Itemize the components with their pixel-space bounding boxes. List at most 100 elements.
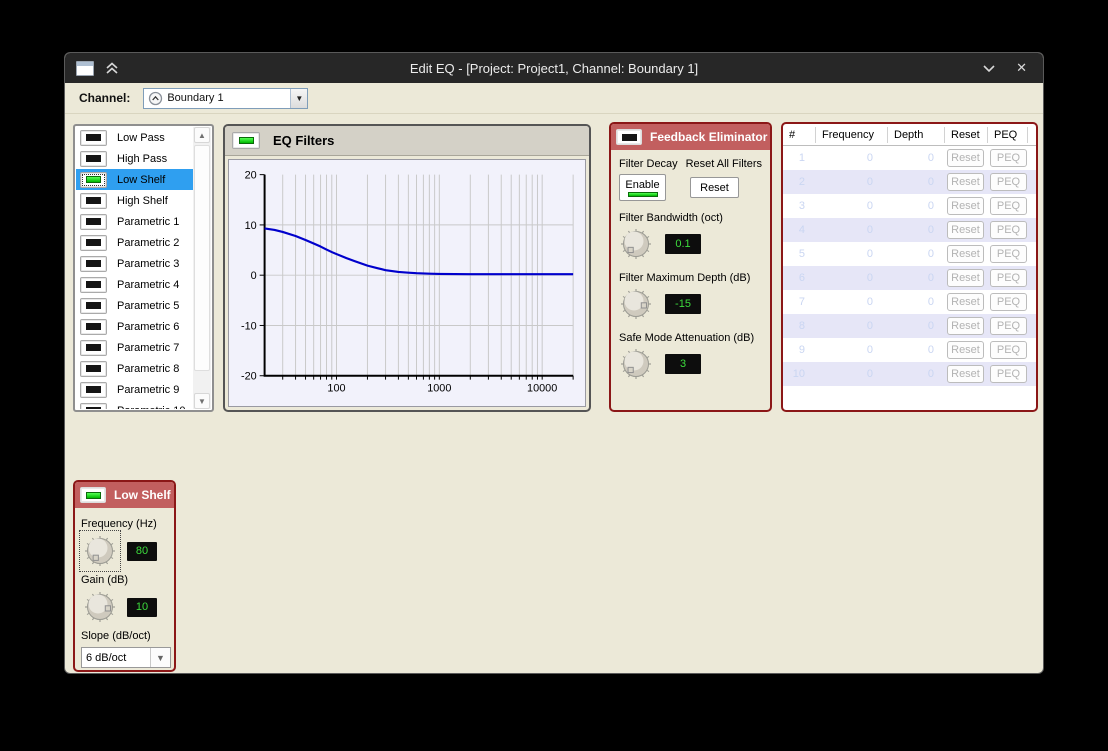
scroll-down-icon[interactable]: ▼ (194, 393, 210, 409)
cell-depth: 0 (888, 320, 945, 332)
reset-button[interactable]: Reset (947, 245, 984, 263)
filter-led-button[interactable] (80, 256, 107, 272)
filter-list-label: Parametric 9 (117, 384, 179, 396)
filter-list-item-parametric-9[interactable]: Parametric 9 (76, 379, 193, 400)
eq-response-chart: -20-1001020100100010000 (228, 159, 586, 407)
filter-led-button[interactable] (80, 151, 107, 167)
filter-list-label: Parametric 3 (117, 258, 179, 270)
gain-db--label: Gain (dB) (81, 574, 168, 586)
filter-led-button[interactable] (80, 214, 107, 230)
filter-list-item-high-pass[interactable]: High Pass (76, 148, 193, 169)
filter-led-button[interactable] (80, 319, 107, 335)
cell-reset: Reset (945, 293, 988, 311)
table-row: 900ResetPEQ (783, 338, 1036, 362)
cell-frequency: 0 (816, 368, 888, 380)
filter-list-item-parametric-2[interactable]: Parametric 2 (76, 232, 193, 253)
peq-button[interactable]: PEQ (990, 269, 1027, 287)
peq-button[interactable]: PEQ (990, 221, 1027, 239)
led-indicator (86, 155, 101, 162)
filter-bandwidth-oct--knob[interactable] (619, 227, 653, 261)
cell-frequency: 0 (816, 200, 888, 212)
filter-led-button[interactable] (80, 277, 107, 293)
rollup-chevrons-icon[interactable] (105, 62, 119, 75)
eq-filters-led-button[interactable] (232, 132, 260, 149)
filter-led-button[interactable] (80, 172, 107, 188)
cell-depth: 0 (888, 152, 945, 164)
low-shelf-header: Low Shelf (75, 482, 174, 508)
cell-reset: Reset (945, 341, 988, 359)
led-indicator (86, 197, 101, 204)
filter-list-item-parametric-3[interactable]: Parametric 3 (76, 253, 193, 274)
scrollbar-thumb[interactable] (194, 145, 210, 371)
reset-button[interactable]: Reset (947, 149, 984, 167)
reset-button[interactable]: Reset (947, 269, 984, 287)
table-row: 500ResetPEQ (783, 242, 1036, 266)
filter-list-item-parametric-7[interactable]: Parametric 7 (76, 337, 193, 358)
filter-led-button[interactable] (80, 193, 107, 209)
close-icon[interactable]: ✕ (1016, 60, 1027, 76)
safe-mode-attenuation-db--label: Safe Mode Attenuation (dB) (619, 332, 762, 344)
peq-button[interactable]: PEQ (990, 317, 1027, 335)
gain-db--knob[interactable] (83, 590, 117, 624)
peq-button[interactable]: PEQ (990, 245, 1027, 263)
filter-list-item-low-shelf[interactable]: Low Shelf (76, 169, 193, 190)
cell-depth: 0 (888, 200, 945, 212)
filter-list-item-parametric-4[interactable]: Parametric 4 (76, 274, 193, 295)
feedback-eliminator-led-button[interactable] (616, 129, 642, 145)
cell-num: 7 (783, 296, 816, 308)
scroll-up-icon[interactable]: ▲ (194, 127, 210, 143)
reset-button[interactable]: Reset (947, 365, 984, 383)
slope-dropdown-arrow[interactable]: ▼ (150, 648, 170, 667)
svg-text:0: 0 (251, 270, 257, 282)
cell-frequency: 0 (816, 296, 888, 308)
filter-list-item-high-shelf[interactable]: High Shelf (76, 190, 193, 211)
cell-peq: PEQ (988, 317, 1028, 335)
main-content: Low PassHigh PassLow ShelfHigh ShelfPara… (65, 114, 1043, 674)
slope-selected-value: 6 dB/oct (82, 652, 150, 664)
channel-dropdown-arrow[interactable]: ▼ (290, 89, 307, 108)
peq-button[interactable]: PEQ (990, 365, 1027, 383)
filter-list-item-parametric-10[interactable]: Parametric 10 (76, 400, 193, 409)
peq-button[interactable]: PEQ (990, 197, 1027, 215)
safe-mode-attenuation-db--knob[interactable] (619, 347, 653, 381)
reset-button[interactable]: Reset (947, 317, 984, 335)
reset-button[interactable]: Reset (947, 221, 984, 239)
frequency-hz--knob[interactable] (83, 534, 117, 568)
knob-row: 0.1 (619, 227, 762, 261)
peq-button[interactable]: PEQ (990, 293, 1027, 311)
filter-decay-enable-button[interactable]: Enable (619, 174, 666, 201)
peq-button[interactable]: PEQ (990, 149, 1027, 167)
filter-led-button[interactable] (80, 361, 107, 377)
reset-button[interactable]: Reset (947, 197, 984, 215)
filter-led-button[interactable] (80, 403, 107, 410)
filter-led-button[interactable] (80, 382, 107, 398)
reset-all-filters-button[interactable]: Reset (690, 177, 739, 198)
reset-button[interactable]: Reset (947, 293, 984, 311)
cell-frequency: 0 (816, 344, 888, 356)
low-shelf-panel: Low Shelf Frequency (Hz) 80Gain (dB) 10 … (73, 480, 176, 672)
filter-led-button[interactable] (80, 130, 107, 146)
filter-list-item-parametric-6[interactable]: Parametric 6 (76, 316, 193, 337)
filter-list-item-parametric-5[interactable]: Parametric 5 (76, 295, 193, 316)
filter-led-button[interactable] (80, 298, 107, 314)
reset-button[interactable]: Reset (947, 341, 984, 359)
low-shelf-led-button[interactable] (80, 487, 106, 503)
filter-list-item-parametric-8[interactable]: Parametric 8 (76, 358, 193, 379)
filter-maximum-depth-db--knob[interactable] (619, 287, 653, 321)
slope-label: Slope (dB/oct) (81, 630, 168, 642)
filter-list-item-low-pass[interactable]: Low Pass (76, 127, 193, 148)
enable-button-label: Enable (625, 179, 659, 191)
window-system-icon[interactable] (76, 61, 94, 76)
filter-list-item-parametric-1[interactable]: Parametric 1 (76, 211, 193, 232)
reset-button[interactable]: Reset (947, 173, 984, 191)
channel-combobox[interactable]: Boundary 1 ▼ (143, 88, 308, 109)
filter-led-button[interactable] (80, 235, 107, 251)
filter-led-button[interactable] (80, 340, 107, 356)
peq-button[interactable]: PEQ (990, 173, 1027, 191)
filter-list-scrollbar[interactable]: ▲ ▼ (193, 127, 211, 409)
peq-button[interactable]: PEQ (990, 341, 1027, 359)
slope-combobox[interactable]: 6 dB/oct ▼ (81, 647, 171, 668)
cell-reset: Reset (945, 245, 988, 263)
channel-bar: Channel: Boundary 1 ▼ (65, 83, 1043, 114)
minimize-chevron-icon[interactable] (982, 64, 996, 73)
